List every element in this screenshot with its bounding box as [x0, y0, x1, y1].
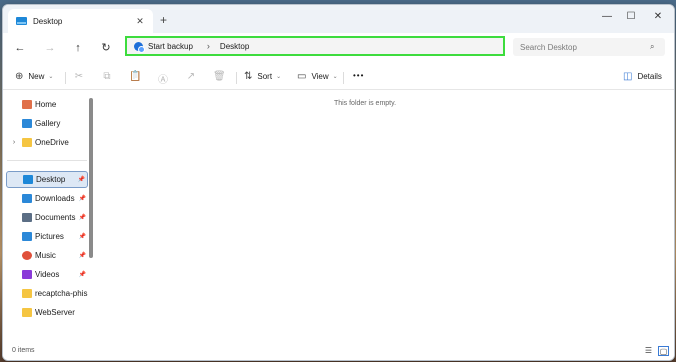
sort-button[interactable]: ⇅ Sort ⌄: [244, 71, 281, 82]
sidebar-item-label: Pictures: [35, 232, 64, 241]
details-view-icon[interactable]: ☰: [643, 346, 654, 356]
tab-desktop[interactable]: Desktop ✕: [8, 9, 153, 33]
sidebar-item-documents[interactable]: Documents 📌: [6, 209, 88, 226]
rename-icon[interactable]: Ⓐ: [157, 71, 169, 86]
pictures-icon: [22, 232, 32, 241]
sidebar-item-label: Home: [35, 100, 57, 109]
sort-label: Sort: [257, 72, 273, 81]
search-input[interactable]: Search Desktop: [520, 43, 650, 52]
cut-icon[interactable]: ✂: [73, 71, 85, 82]
search-box[interactable]: Search Desktop ⌕: [513, 38, 665, 56]
sidebar-item-label: Desktop: [36, 175, 66, 184]
sidebar-item-label: Documents: [35, 213, 76, 222]
documents-icon: [22, 213, 32, 222]
chevron-right-icon[interactable]: ›: [6, 139, 22, 146]
pin-icon: 📌: [78, 215, 86, 221]
onedrive-icon: [22, 138, 32, 147]
tab-title: Desktop: [33, 16, 63, 26]
sidebar-scrollbar[interactable]: [89, 98, 93, 258]
gallery-icon: [22, 119, 32, 128]
sidebar-item-label: WebServer: [35, 308, 75, 317]
sidebar-item-desktop[interactable]: Desktop 📌: [6, 171, 88, 188]
sidebar-item-label: recaptcha-phish: [35, 289, 88, 298]
new-icon: ⊕: [15, 71, 24, 82]
folder-icon: [22, 308, 32, 317]
address-bar[interactable]: Start backup › Desktop: [125, 36, 505, 56]
sort-icon: ⇅: [244, 71, 253, 82]
tiles-view-icon[interactable]: ▢: [658, 346, 669, 356]
divider: [7, 160, 87, 161]
sidebar-item-webserver[interactable]: WebServer: [6, 304, 88, 321]
copy-icon[interactable]: ⧉: [101, 71, 113, 82]
new-button[interactable]: ⊕ New ⌄: [15, 71, 53, 82]
paste-icon[interactable]: 📋: [129, 71, 141, 82]
sidebar-item-label: Gallery: [35, 119, 61, 128]
forward-button[interactable]: →: [43, 42, 57, 54]
view-icon: ▭: [297, 71, 307, 82]
sidebar-item-label: Downloads: [35, 194, 75, 203]
pin-icon: 📌: [77, 177, 85, 183]
backup-icon: [134, 41, 145, 53]
view-button[interactable]: ▭ View ⌄: [297, 71, 338, 82]
sidebar-item-downloads[interactable]: Downloads 📌: [6, 190, 88, 207]
details-label: Details: [637, 72, 662, 81]
more-options-button[interactable]: •••: [353, 71, 364, 80]
sidebar-item-home[interactable]: Home: [6, 96, 88, 113]
up-button[interactable]: ↑: [71, 42, 85, 54]
status-bar: 0 items ☰ ▢: [3, 343, 674, 360]
sidebar-item-label: Videos: [35, 270, 60, 279]
sidebar-item-label: Music: [35, 251, 56, 260]
command-bar: ⊕ New ⌄ ✂ ⧉ 📋 Ⓐ ↗ 🗑 ⇅ Sort ⌄ ▭ View ⌄ ••…: [3, 65, 674, 90]
empty-folder-message: This folder is empty.: [333, 100, 397, 107]
pin-icon: 📌: [78, 234, 86, 240]
breadcrumb-desktop[interactable]: Desktop: [220, 42, 249, 51]
back-button[interactable]: ←: [13, 42, 27, 54]
more-icon: •••: [353, 71, 365, 80]
sidebar-item-videos[interactable]: Videos 📌: [6, 266, 88, 283]
address-row: ← → ↑ ↻ Start backup › Desktop Search De…: [3, 33, 674, 65]
sidebar-item-onedrive[interactable]: › OneDrive: [6, 134, 88, 151]
folder-icon: [22, 289, 32, 298]
divider: [236, 72, 237, 84]
maximize-button[interactable]: ☐: [624, 11, 638, 22]
item-count: 0 items: [12, 347, 35, 354]
view-label: View: [311, 72, 329, 81]
videos-icon: [22, 270, 32, 279]
navigation-pane: Home Gallery › OneDrive Desktop 📌 Downlo…: [3, 90, 95, 342]
delete-icon[interactable]: 🗑: [213, 71, 226, 82]
refresh-button[interactable]: ↻: [99, 42, 113, 54]
breadcrumb-start-backup[interactable]: Start backup: [148, 42, 193, 51]
sidebar-item-pictures[interactable]: Pictures 📌: [6, 228, 88, 245]
minimize-button[interactable]: —: [600, 11, 614, 22]
close-window-button[interactable]: ✕: [651, 11, 665, 22]
search-icon: ⌕: [650, 42, 655, 51]
music-icon: [22, 251, 32, 260]
file-list-area[interactable]: This folder is empty.: [98, 90, 674, 342]
details-button[interactable]: ◫ Details: [623, 71, 662, 82]
desktop-icon: [23, 175, 33, 184]
file-explorer-window: Desktop ✕ + — ☐ ✕ ← → ↑ ↻ Start backup ›…: [2, 4, 675, 361]
sidebar-item-gallery[interactable]: Gallery: [6, 115, 88, 132]
chevron-down-icon: ⌄: [276, 74, 282, 80]
sidebar-item-music[interactable]: Music 📌: [6, 247, 88, 264]
new-tab-button[interactable]: +: [160, 14, 167, 26]
pin-icon: 📌: [78, 196, 86, 202]
title-bar: Desktop ✕ + — ☐ ✕: [3, 5, 674, 33]
sidebar-item-label: OneDrive: [35, 138, 69, 147]
divider: [65, 72, 66, 84]
chevron-down-icon: ⌄: [332, 74, 338, 80]
pin-icon: 📌: [78, 253, 86, 259]
new-label: New: [28, 72, 45, 81]
downloads-icon: [22, 194, 32, 203]
details-pane-icon: ◫: [623, 71, 633, 82]
chevron-down-icon: ⌄: [48, 74, 54, 80]
divider: [343, 72, 344, 84]
tab-close-icon[interactable]: ✕: [133, 16, 147, 27]
desktop-folder-icon: [16, 17, 27, 25]
sidebar-item-recaptcha-phish[interactable]: recaptcha-phish: [6, 285, 88, 302]
pin-icon: 📌: [78, 272, 86, 278]
share-icon[interactable]: ↗: [185, 71, 197, 82]
home-icon: [22, 100, 32, 109]
breadcrumb-chevron-icon[interactable]: ›: [207, 41, 210, 51]
